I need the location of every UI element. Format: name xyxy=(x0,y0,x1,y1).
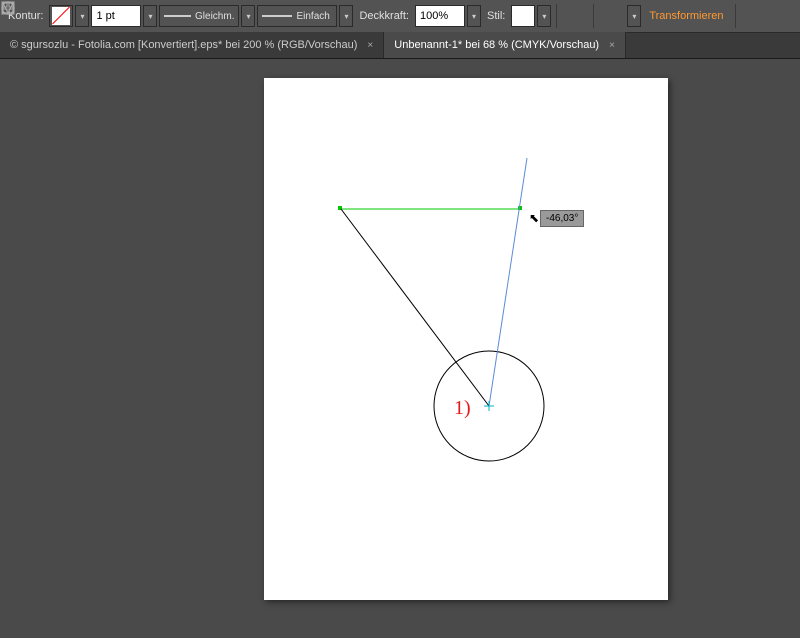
tab-document-1[interactable]: © sgursozlu - Fotolia.com [Konvertiert].… xyxy=(0,32,384,58)
stroke-weight-dropdown[interactable]: ▾ xyxy=(143,5,157,27)
drag-preview-line xyxy=(489,158,527,406)
brush-dropdown[interactable]: ▾ xyxy=(339,5,353,27)
step-number-label: 1) xyxy=(454,397,471,420)
stroke-profile-dropdown[interactable]: ▾ xyxy=(241,5,255,27)
anchor-point-icon xyxy=(484,401,494,411)
brush-definition[interactable]: Einfach xyxy=(257,5,337,27)
document-tabs: © sgursozlu - Fotolia.com [Konvertiert].… xyxy=(0,33,800,59)
cursor-icon: ⬉ xyxy=(529,211,539,225)
close-icon[interactable]: × xyxy=(367,40,373,51)
style-swatch[interactable] xyxy=(511,5,535,27)
opacity-dropdown[interactable]: ▾ xyxy=(467,5,481,27)
angle-tooltip: -46,03° xyxy=(540,210,584,227)
tab-label: Unbenannt-1* bei 68 % (CMYK/Vorschau) xyxy=(394,39,599,51)
style-label: Stil: xyxy=(483,10,509,22)
tab-label: © sgursozlu - Fotolia.com [Konvertiert].… xyxy=(10,39,357,51)
tab-document-2[interactable]: Unbenannt-1* bei 68 % (CMYK/Vorschau) × xyxy=(384,32,626,58)
canvas-drawing xyxy=(264,78,668,638)
stroke-profile[interactable]: Gleichm. xyxy=(159,5,239,27)
opacity-input[interactable] xyxy=(415,5,465,27)
path-line xyxy=(341,209,489,406)
align-icon[interactable] xyxy=(599,4,625,28)
options-bar: Kontur: ▾ ▾ Gleichm. ▾ Einfach ▾ Deckkra… xyxy=(0,0,800,33)
opacity-label: Deckkraft: xyxy=(355,10,413,22)
artboard[interactable]: 1) ⬉ -46,03° xyxy=(264,78,668,600)
align-dropdown[interactable]: ▾ xyxy=(627,5,641,27)
transform-link[interactable]: Transformieren xyxy=(643,10,729,22)
edit-icon[interactable] xyxy=(769,4,795,28)
stroke-color-swatch[interactable] xyxy=(49,5,73,27)
recolor-icon[interactable] xyxy=(562,4,588,28)
style-dropdown[interactable]: ▾ xyxy=(537,5,551,27)
close-icon[interactable]: × xyxy=(609,40,615,51)
stroke-weight-input[interactable] xyxy=(91,5,141,27)
stroke-color-dropdown[interactable]: ▾ xyxy=(75,5,89,27)
isolate-icon[interactable] xyxy=(741,4,767,28)
workspace[interactable]: 1) ⬉ -46,03° xyxy=(0,59,800,600)
